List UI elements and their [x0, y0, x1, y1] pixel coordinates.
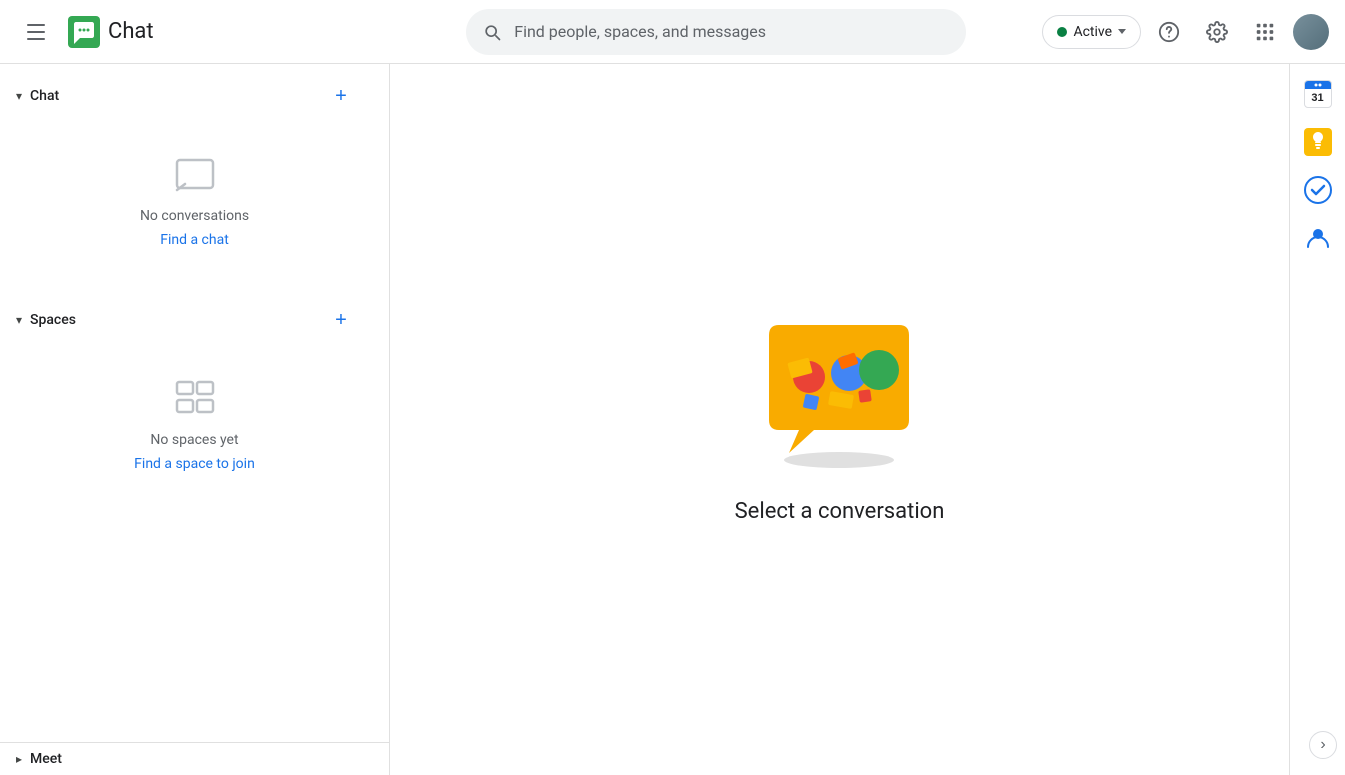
spaces-empty-state: No spaces yet Find a space to join — [0, 344, 389, 504]
expand-right-sidebar-button[interactable]: › — [1309, 731, 1337, 759]
calendar-icon-top — [1305, 81, 1331, 89]
hamburger-icon — [27, 24, 45, 40]
meet-chevron-icon: ▸ — [16, 752, 22, 766]
sidebar: ▾ Chat + No conversations Find a chat — [0, 64, 390, 775]
select-conversation-text: Select a conversation — [735, 499, 945, 524]
topbar: Chat Find people, spaces, and messages A… — [0, 0, 1345, 64]
avatar-image — [1293, 14, 1329, 50]
meet-section-title: Meet — [30, 751, 62, 767]
spaces-section-title-row: ▾ Spaces — [16, 312, 76, 328]
contacts-button[interactable] — [1298, 218, 1338, 258]
find-space-link[interactable]: Find a space to join — [134, 456, 255, 472]
calendar-icon: 31 — [1304, 80, 1332, 108]
spaces-section-header[interactable]: ▾ Spaces + — [0, 296, 373, 344]
tasks-button[interactable] — [1298, 170, 1338, 210]
settings-button[interactable] — [1197, 12, 1237, 52]
meet-section: ▸ Meet — [0, 742, 389, 775]
search-container: Find people, spaces, and messages — [406, 9, 1026, 55]
right-sidebar: 31 — [1289, 64, 1345, 775]
add-chat-button[interactable]: + — [325, 80, 357, 112]
chat-section-header[interactable]: ▾ Chat + — [0, 72, 373, 120]
calendar-number: 31 — [1305, 89, 1331, 107]
help-button[interactable] — [1149, 12, 1189, 52]
avatar[interactable] — [1293, 14, 1329, 50]
add-chat-icon: + — [335, 85, 347, 108]
gear-icon — [1206, 21, 1228, 43]
spaces-empty-text: No spaces yet — [150, 432, 238, 448]
chat-logo-icon — [68, 16, 100, 48]
meet-section-header[interactable]: ▸ Meet — [0, 743, 373, 775]
search-placeholder-text: Find people, spaces, and messages — [514, 22, 950, 41]
menu-button[interactable] — [16, 12, 56, 52]
app-title: Chat — [108, 19, 154, 44]
search-bar[interactable]: Find people, spaces, and messages — [466, 9, 966, 55]
add-space-button[interactable]: + — [325, 304, 357, 336]
status-label: Active — [1073, 24, 1112, 40]
logo-container[interactable]: Chat — [68, 16, 154, 48]
add-space-icon: + — [335, 309, 347, 332]
spaces-section-title: Spaces — [30, 312, 76, 328]
calendar-button[interactable]: 31 — [1298, 74, 1338, 114]
chat-section: ▾ Chat + No conversations Find a chat — [0, 64, 389, 288]
topbar-right: Active — [1042, 12, 1329, 52]
topbar-left: Chat — [16, 12, 406, 52]
apps-grid-icon — [1254, 21, 1276, 43]
spaces-section: ▾ Spaces + No spaces yet Find — [0, 288, 389, 512]
help-icon — [1158, 21, 1180, 43]
active-status-dot — [1057, 27, 1067, 37]
chat-chevron-icon: ▾ — [16, 89, 22, 103]
contacts-icon — [1304, 224, 1332, 252]
chat-section-title-row: ▾ Chat — [16, 88, 59, 104]
main-content: ▾ Chat + No conversations Find a chat — [0, 64, 1345, 775]
chevron-down-icon — [1118, 29, 1126, 34]
chat-empty-icon — [171, 152, 219, 200]
content-area: Select a conversation — [390, 64, 1289, 775]
expand-icon: › — [1320, 736, 1325, 754]
tasks-checkmark-icon — [1304, 176, 1332, 204]
status-button[interactable]: Active — [1042, 15, 1141, 49]
keep-icon — [1304, 128, 1332, 156]
illustration-container: Select a conversation — [735, 315, 945, 524]
chat-empty-text: No conversations — [140, 208, 249, 224]
tasks-icon — [1304, 176, 1332, 204]
apps-button[interactable] — [1245, 12, 1285, 52]
chat-empty-state: No conversations Find a chat — [0, 120, 389, 280]
spaces-empty-icon — [171, 376, 219, 424]
keep-button[interactable] — [1298, 122, 1338, 162]
search-icon — [482, 22, 502, 42]
chat-illustration — [749, 315, 929, 475]
spaces-chevron-icon: ▾ — [16, 313, 22, 327]
calendar-dots-icon — [1313, 82, 1323, 88]
spaces-grid-icon — [171, 376, 219, 424]
meet-section-title-row: ▸ Meet — [16, 751, 62, 767]
find-chat-link[interactable]: Find a chat — [160, 232, 229, 248]
keep-bulb-icon — [1310, 132, 1326, 152]
chat-bubble-icon — [171, 152, 219, 200]
chat-section-title: Chat — [30, 88, 59, 104]
contacts-person-icon — [1305, 225, 1331, 251]
